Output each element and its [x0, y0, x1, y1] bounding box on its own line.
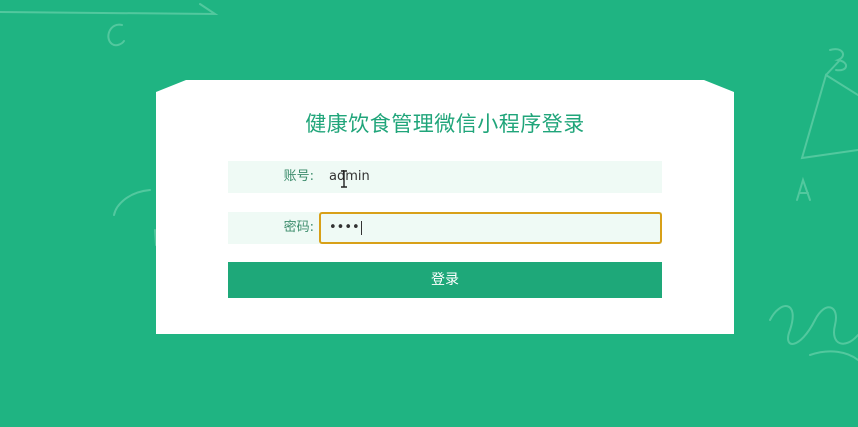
- password-row: 密码: ••••: [228, 212, 662, 244]
- password-label: 密码:: [283, 220, 314, 235]
- account-input-value: admin: [329, 169, 370, 184]
- account-input[interactable]: admin: [319, 161, 662, 193]
- login-card: 健康饮食管理微信小程序登录 账号: admin 密码: •••• 登录: [156, 80, 734, 334]
- text-caret: [360, 220, 362, 235]
- password-input-value: ••••: [329, 220, 360, 235]
- ibeam-cursor-icon: [341, 170, 347, 188]
- account-label: 账号:: [283, 169, 314, 184]
- password-input[interactable]: ••••: [319, 212, 662, 244]
- account-row: 账号: admin: [228, 161, 662, 193]
- login-title: 健康饮食管理微信小程序登录: [305, 112, 585, 136]
- login-button[interactable]: 登录: [228, 262, 662, 298]
